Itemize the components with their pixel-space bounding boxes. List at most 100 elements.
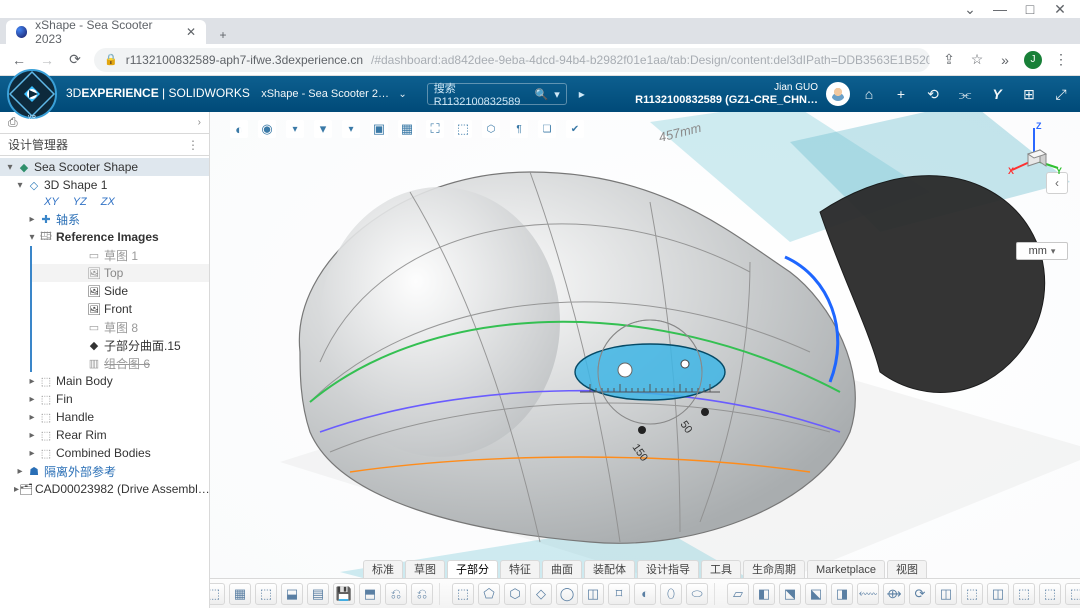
ribbon-button[interactable]: 💾 [333,583,355,605]
ribbon-tab[interactable]: 视图 [887,560,927,578]
viewport-tool-button[interactable]: ◐ [230,120,248,138]
tree-body-item[interactable]: ▸ ⬚ Rear Rim [0,426,209,444]
plane-xy[interactable]: XY [44,196,59,208]
viewport-tool-button[interactable]: ▾ [314,120,332,138]
ribbon-button[interactable]: ⬠ [478,583,500,605]
tree-refimage-item[interactable]: 🖼 Top [32,264,209,282]
ribbon-button[interactable]: ⌑ [608,583,630,605]
nav-reload-icon[interactable]: ⟳ [66,51,84,68]
ribbon-button[interactable]: ⬭ [686,583,708,605]
tab-close-icon[interactable]: ✕ [186,25,196,39]
units-select[interactable]: mm [1016,242,1068,260]
ribbon-button[interactable]: ⬚ [961,583,983,605]
bookmark-icon[interactable]: ☆ [968,51,986,68]
ribbon-button[interactable]: ◨ [831,583,853,605]
new-tab-button[interactable]: + [214,26,232,44]
ribbon-button[interactable]: ⬚ [1013,583,1035,605]
ribbon-button[interactable]: ▦ [229,583,251,605]
tree-refimage-item[interactable]: ▥ 组合图 6 [32,354,209,372]
win-chevron-icon[interactable]: ⌄ [964,3,976,15]
tree-refimage-item[interactable]: ▭ 草图 8 [32,318,209,336]
plane-zx[interactable]: ZX [101,196,115,208]
viewport-tool-button[interactable]: ▦ [398,120,416,138]
ds-user-block[interactable]: Jian GUO R1132100832589 (GZ1-CRE_CHN… [635,82,818,106]
tree-refimage-item[interactable]: 🖼 Side [32,282,209,300]
ribbon-tab[interactable]: 曲面 [542,560,582,578]
ribbon-button[interactable]: ⬚ [1065,583,1080,605]
tree-body-item[interactable]: ▸ ⬚ Handle [0,408,209,426]
extensions-icon[interactable]: » [996,52,1014,68]
ribbon-button[interactable]: ⟳ [909,583,931,605]
win-max-icon[interactable]: □ [1024,3,1036,15]
tree-refimage-item[interactable]: 🖼 Front [32,300,209,318]
ribbon-button[interactable]: ◯ [556,583,578,605]
ribbon-button[interactable]: ⬚ [210,583,225,605]
ribbon-button[interactable]: ⬒ [359,583,381,605]
ribbon-button[interactable]: ◫ [935,583,957,605]
twisty-icon[interactable]: ▸ [26,376,38,387]
plane-yz[interactable]: YZ [73,196,87,208]
ribbon-button[interactable]: ▱ [727,583,749,605]
tool-caret-icon[interactable]: ▾ [286,120,304,138]
ribbon-button[interactable]: ◫ [987,583,1009,605]
sidebar-menu-icon[interactable]: ⋮ [187,138,201,152]
expand-icon[interactable]: ⤢ [1052,86,1070,103]
viewport-tool-button[interactable]: ⛶ [426,120,444,138]
model-canvas[interactable]: 457mm 50 150 [230,112,1080,608]
reload-icon[interactable]: ⟲ [924,86,942,103]
viewport-tool-button[interactable]: ▣ [370,120,388,138]
ribbon-button[interactable]: ⎌ [411,583,433,605]
twisty-icon[interactable]: ▾ [14,180,26,191]
ribbon-button[interactable]: ⬡ [504,583,526,605]
win-min-icon[interactable]: — [994,3,1006,15]
ribbon-button[interactable]: ⬳ [857,583,879,605]
tree-body-item[interactable]: ▸ ⬚ Main Body [0,372,209,390]
tree-cad[interactable]: ▸ 🗂 CAD00023982 (Drive Assembl… [0,480,209,498]
ribbon-button[interactable]: ⬚ [255,583,277,605]
tree-external-ref[interactable]: ▸ ☗ 隔离外部参考 [0,462,209,480]
ribbon-button[interactable]: ◇ [530,583,552,605]
ribbon-button[interactable]: ⬯ [660,583,682,605]
viewport-tool-button[interactable]: ⬡ [482,120,500,138]
tree-refimage-item[interactable]: ◆ 子部分曲面.15 [32,336,209,354]
ds-search-input[interactable]: 搜索 R1132100832589 🔍 ▾ [427,83,567,105]
view-triad[interactable]: Z X Y [1006,120,1062,176]
share-icon[interactable]: ⇪ [940,51,958,68]
browser-tab[interactable]: xShape - Sea Scooter 2023 ✕ [6,20,206,44]
ribbon-tab[interactable]: 特征 [500,560,540,578]
tree-axes[interactable]: ▸ ✚ 轴系 [0,210,209,228]
ribbon-button[interactable]: ⬚ [1039,583,1061,605]
tree-reference-images[interactable]: ▾ 🖽 Reference Images [0,228,209,246]
avatar[interactable] [826,82,850,106]
viewport[interactable]: ◐◉▾▾▾▣▦⛶⬚⬡¶❏✔ ‹ mm Z X Y [210,112,1080,608]
twisty-icon[interactable]: ▾ [26,232,38,243]
ribbon-tab[interactable]: Marketplace [807,560,885,578]
ribbon-button[interactable]: ⟴ [883,583,905,605]
compass-icon[interactable]: V.R [4,66,60,122]
ribbon-button[interactable]: ◧ [753,583,775,605]
url-input[interactable]: 🔒 r1132100832589-aph7-ifwe.3dexperience.… [94,48,930,72]
ribbon-button[interactable]: ◫ [582,583,604,605]
ribbon-button[interactable]: ⎌ [385,583,407,605]
tree-body-item[interactable]: ▸ ⬚ Fin [0,390,209,408]
profile-avatar[interactable]: J [1024,51,1042,69]
brand-line[interactable]: 3DEXPERIENCE | SOLIDWORKS xShape - Sea S… [66,86,407,102]
grid-icon[interactable]: ⊞ [1020,86,1038,103]
twisty-icon[interactable]: ▸ [14,466,26,477]
ribbon-button[interactable]: ▤ [307,583,329,605]
twisty-icon[interactable]: ▾ [4,162,16,173]
tree-refimage-item[interactable]: ▭ 草图 1 [32,246,209,264]
ribbon-tab[interactable]: 装配体 [584,560,635,578]
ribbon-tab[interactable]: 草图 [405,560,445,578]
browser-menu-icon[interactable]: ⋮ [1052,51,1070,68]
twisty-icon[interactable]: ▸ [26,394,38,405]
plus-icon[interactable]: + [892,86,910,102]
viewport-tool-button[interactable]: ❏ [538,120,556,138]
ribbon-tab[interactable]: 标准 [363,560,403,578]
tree-root[interactable]: ▾ ◆ Sea Scooter Shape [0,158,209,176]
home-icon[interactable]: ⌂ [860,86,878,102]
share-icon[interactable]: ⫘ [956,86,974,103]
twisty-icon[interactable]: ▸ [26,430,38,441]
tree-body-item[interactable]: ▸ ⬚ Combined Bodies [0,444,209,462]
flag-icon[interactable]: ▸ [579,87,585,101]
